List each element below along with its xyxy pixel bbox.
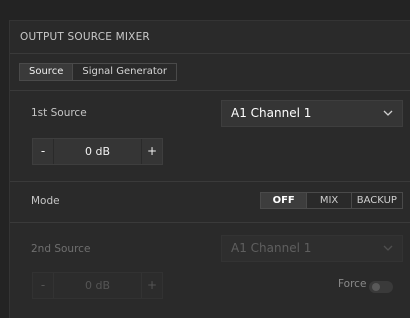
chevron-down-icon: [383, 245, 393, 251]
first-source-select[interactable]: A1 Channel 1: [221, 100, 403, 127]
decrease-gain-button[interactable]: -: [33, 139, 54, 164]
panel-title: OUTPUT SOURCE MIXER: [20, 31, 150, 43]
second-source-selected-value: A1 Channel 1: [231, 241, 312, 255]
increase-gain-button[interactable]: +: [141, 139, 162, 164]
force-label: Force: [338, 278, 367, 290]
toggle-knob: [372, 283, 380, 291]
mode-off-button[interactable]: OFF: [261, 193, 307, 208]
second-source-label: 2nd Source: [31, 243, 91, 255]
divider: [10, 90, 410, 91]
divider: [10, 53, 410, 54]
second-source-gain-value[interactable]: 0 dB: [54, 273, 141, 298]
decrease-gain-button[interactable]: -: [33, 273, 54, 298]
increase-gain-button[interactable]: +: [141, 273, 162, 298]
tab-source[interactable]: Source: [20, 64, 74, 80]
tab-signal-generator[interactable]: Signal Generator: [73, 64, 176, 80]
first-source-gain-stepper: - 0 dB +: [32, 138, 163, 165]
chevron-down-icon: [383, 110, 393, 116]
output-source-mixer-panel: OUTPUT SOURCE MIXER Source Signal Genera…: [9, 20, 410, 318]
first-source-selected-value: A1 Channel 1: [231, 106, 312, 120]
first-source-gain-value[interactable]: 0 dB: [54, 139, 141, 164]
mode-segmented-control: OFF MIX BACKUP: [260, 192, 403, 209]
mode-label: Mode: [31, 195, 60, 207]
second-source-gain-stepper: - 0 dB +: [32, 272, 163, 299]
second-source-select[interactable]: A1 Channel 1: [221, 235, 403, 262]
first-source-label: 1st Source: [31, 107, 87, 119]
mode-mix-button[interactable]: MIX: [306, 193, 350, 208]
source-tabs: Source Signal Generator: [19, 63, 178, 81]
divider: [10, 222, 410, 223]
mode-backup-button[interactable]: BACKUP: [350, 193, 402, 208]
force-toggle[interactable]: [369, 281, 393, 293]
divider: [10, 181, 410, 182]
